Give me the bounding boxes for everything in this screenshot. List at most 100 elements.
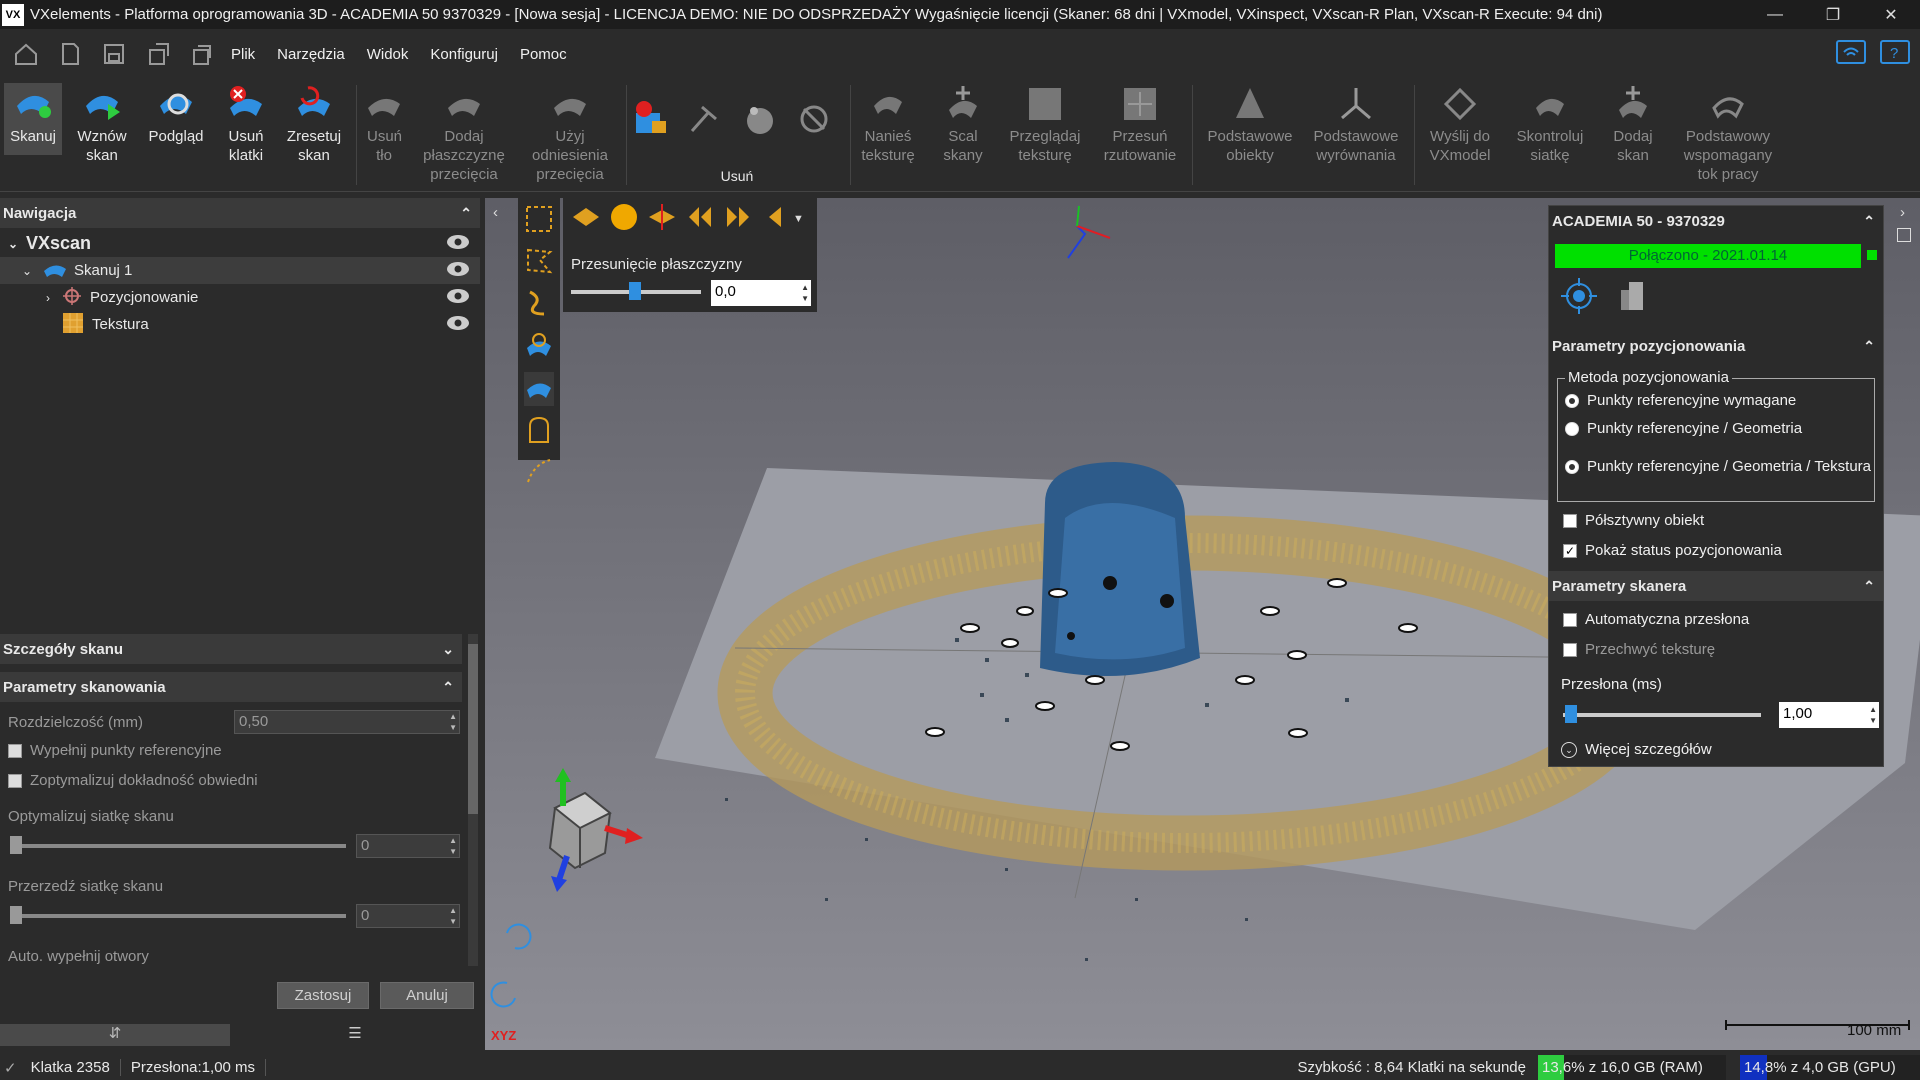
radio-ref-geometry[interactable] <box>1565 422 1579 436</box>
prev-plane-icon[interactable] <box>685 202 715 236</box>
help-icon[interactable]: ? <box>1880 40 1910 68</box>
lasso-icon[interactable] <box>686 99 726 149</box>
import-icon[interactable] <box>184 36 220 72</box>
positioning-params-header[interactable]: Parametry pozycjonowania ⌃ <box>1549 331 1883 361</box>
tab-list[interactable]: ☰ <box>230 1024 480 1046</box>
tree-item-scan1[interactable]: ⌄ Skanuj 1 <box>0 257 480 284</box>
next-plane-icon[interactable] <box>723 202 753 236</box>
merge-scans-button[interactable]: Scal skany <box>932 83 994 165</box>
move-projection-button[interactable]: Przesuń rzutowanie <box>1098 83 1182 165</box>
remove-background-button[interactable]: Usuń tło <box>362 83 406 165</box>
optimize-mesh-slider[interactable] <box>10 844 346 848</box>
plane-offset-icon[interactable] <box>647 202 677 236</box>
export-icon[interactable] <box>140 36 176 72</box>
collapse-icon[interactable]: ⌃ <box>1863 338 1875 355</box>
slider-handle[interactable] <box>10 836 22 854</box>
save-icon[interactable] <box>96 36 132 72</box>
collapse-left-icon[interactable]: ‹ <box>493 204 498 221</box>
reset-scan-button[interactable]: Zresetuj skan <box>282 83 346 165</box>
resolution-input[interactable]: 0,50 ▲ ▼ <box>234 710 460 734</box>
surface-select-icon[interactable] <box>524 330 554 364</box>
eye-icon[interactable] <box>446 288 470 308</box>
chevron-down-icon[interactable]: ⌄ <box>0 237 26 251</box>
poly-select-icon[interactable] <box>524 246 554 280</box>
menu-plik[interactable]: Plik <box>220 46 266 63</box>
scrollbar[interactable] <box>468 634 478 966</box>
auto-shutter-checkbox[interactable] <box>1563 613 1577 627</box>
scanner-params-header[interactable]: Parametry skanera ⌃ <box>1549 571 1883 601</box>
preview-button[interactable]: Podgląd <box>142 83 210 146</box>
collapse-icon[interactable]: ⌃ <box>460 205 472 222</box>
freehand-select-icon[interactable] <box>524 288 554 322</box>
radio-ref-required[interactable] <box>1565 394 1579 408</box>
rect-select-icon[interactable] <box>524 204 554 238</box>
show-status-checkbox[interactable]: ✓ <box>1563 544 1577 558</box>
scan-details-header[interactable]: Szczegóły skanu ⌄ <box>0 634 462 664</box>
check-mesh-button[interactable]: Skontroluj siatkę <box>1506 83 1594 165</box>
basic-alignments-button[interactable]: Podstawowe wyrównania <box>1306 83 1406 165</box>
cancel-button[interactable]: Anuluj <box>380 982 474 1009</box>
chevron-right-icon[interactable]: › <box>46 291 60 305</box>
slider-handle[interactable] <box>629 282 641 300</box>
basic-guided-workflow-button[interactable]: Podstawowy wspomagany tok pracy <box>1672 83 1784 184</box>
collapse-icon[interactable]: ⌃ <box>442 679 454 696</box>
bounding-select-icon[interactable] <box>524 414 554 448</box>
fill-refs-checkbox[interactable] <box>8 744 22 758</box>
new-file-icon[interactable] <box>52 36 88 72</box>
capture-texture-checkbox[interactable] <box>1563 643 1577 657</box>
add-scan-button[interactable]: Dodaj skan <box>1600 83 1666 165</box>
eye-icon[interactable] <box>446 315 470 335</box>
basic-entities-button[interactable]: Podstawowe obiekty <box>1200 83 1300 165</box>
target-icon[interactable] <box>1561 278 1597 318</box>
shutter-input[interactable]: 1,00 ▲ ▼ <box>1779 702 1879 728</box>
thin-mesh-input[interactable]: 0 ▲ ▼ <box>356 904 460 928</box>
eye-icon[interactable] <box>446 261 470 281</box>
close-button[interactable]: ✕ <box>1862 0 1920 29</box>
apply-texture-button[interactable]: Nanieś teksturę <box>856 83 920 165</box>
browse-texture-button[interactable]: Przeglądaj teksturę <box>1004 83 1086 165</box>
resume-scan-button[interactable]: Wznów skan <box>70 83 134 165</box>
semi-rigid-checkbox[interactable] <box>1563 514 1577 528</box>
sphere-icon[interactable] <box>740 99 780 149</box>
remove-sphere-icon[interactable] <box>794 99 834 149</box>
slider-handle[interactable] <box>1565 705 1577 723</box>
menu-widok[interactable]: Widok <box>356 46 420 63</box>
tree-root-vxscan[interactable]: ⌄ VXscan <box>0 230 480 257</box>
restore-button[interactable]: ❐ <box>1804 0 1862 29</box>
thin-mesh-slider[interactable] <box>10 914 346 918</box>
menu-narzedzia[interactable]: Narzędzia <box>266 46 356 63</box>
use-section-reference-button[interactable]: Użyj odniesienia przecięcia <box>522 83 618 184</box>
slider-handle[interactable] <box>10 906 22 924</box>
scan-params-header[interactable]: Parametry skanowania ⌃ <box>0 672 462 702</box>
navigation-header[interactable]: Nawigacja ⌃ <box>0 198 480 228</box>
radio-ref-geometry-texture[interactable] <box>1565 460 1579 474</box>
delete-frames-button[interactable]: Usuń klatki <box>216 83 276 165</box>
optimize-envelope-checkbox[interactable] <box>8 774 22 788</box>
chevron-down-icon[interactable]: ⌄ <box>22 264 42 278</box>
tree-item-texture[interactable]: Tekstura <box>0 311 480 338</box>
panel-toggle-icon[interactable] <box>1897 228 1911 242</box>
scan-button[interactable]: Skanuj <box>4 83 62 155</box>
wifi-icon[interactable] <box>1836 40 1866 68</box>
sphere-tool-icon[interactable] <box>609 202 639 236</box>
scanner-device-icon[interactable] <box>1617 278 1653 318</box>
menu-pomoc[interactable]: Pomoc <box>509 46 578 63</box>
collapse-icon[interactable]: ⌃ <box>1863 578 1875 595</box>
home-icon[interactable] <box>8 36 44 72</box>
device-header[interactable]: ACADEMIA 50 - 9370329 ⌃ <box>1549 206 1883 236</box>
plane-icon[interactable] <box>571 204 601 234</box>
send-to-vxmodel-button[interactable]: Wyślij do VXmodel <box>1420 83 1500 165</box>
minimize-button[interactable]: — <box>1746 0 1804 29</box>
tab-tree[interactable]: ⇵ <box>0 1024 230 1046</box>
add-section-plane-button[interactable]: Dodaj płaszczyznę przecięcia <box>416 83 512 184</box>
shutter-slider[interactable] <box>1563 713 1761 717</box>
collapse-icon[interactable]: ⌃ <box>1863 213 1875 230</box>
dropdown-icon[interactable]: ▼ <box>793 213 804 225</box>
chevron-down-icon[interactable]: ⌄ <box>442 641 454 658</box>
menu-konfiguruj[interactable]: Konfiguruj <box>419 46 509 63</box>
more-details-icon[interactable]: ⌄ <box>1561 742 1577 758</box>
flip-plane-icon[interactable] <box>761 202 785 236</box>
curve-select-icon[interactable] <box>524 456 554 490</box>
remove-isolated-icon[interactable] <box>632 99 672 149</box>
visible-select-icon[interactable] <box>524 372 554 406</box>
